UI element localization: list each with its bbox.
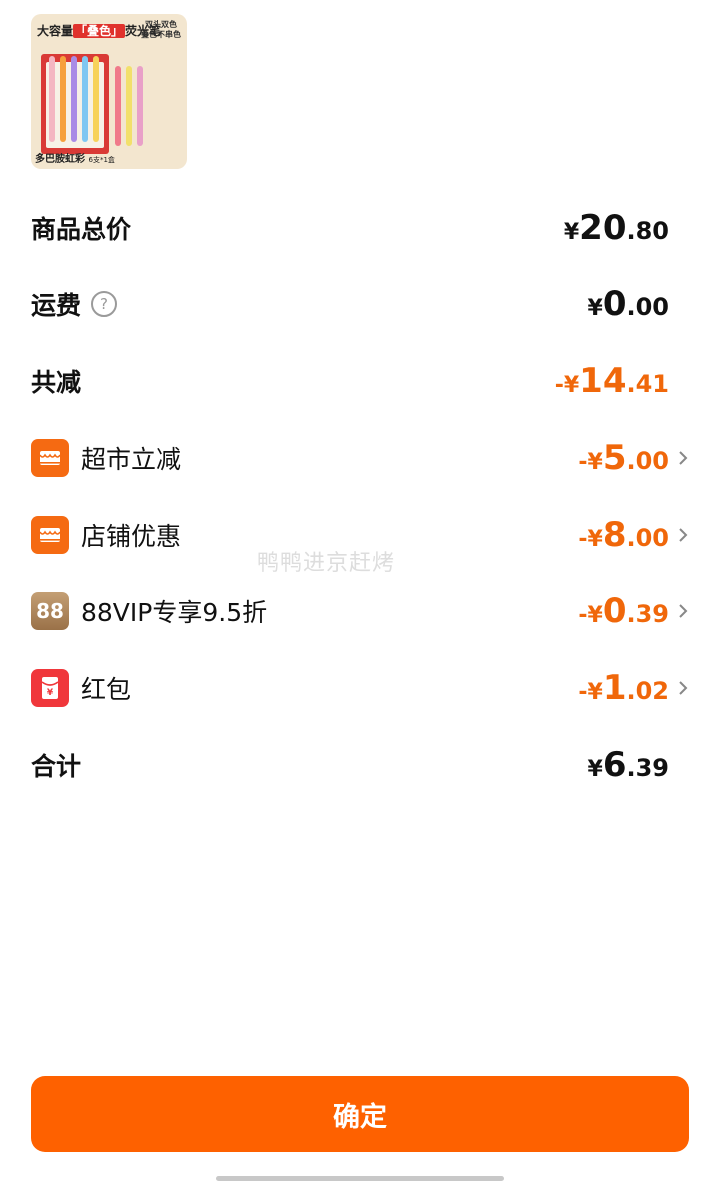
total-price-row: 商品总价 ¥20.80 <box>31 198 671 258</box>
discount-value: -¥5.00 <box>578 438 669 478</box>
svg-text:¥: ¥ <box>47 688 54 698</box>
thumbnail-feature-text: 双头双色 叠色不串色 <box>141 20 181 39</box>
grand-total-row: 合计 ¥6.39 <box>31 735 671 795</box>
watermark: 鸭鸭进京赶烤 <box>257 551 396 576</box>
discount-label: 超市立减 <box>81 445 182 474</box>
store-icon <box>31 516 69 554</box>
pen-graphic <box>71 56 77 142</box>
pen-graphic <box>137 66 143 146</box>
pen-graphic <box>49 56 55 142</box>
supermarket-icon <box>31 439 69 477</box>
discount-label: 88VIP专享9.5折 <box>81 598 268 627</box>
total-price-value: ¥20.80 <box>563 208 669 248</box>
grand-total-label: 合计 <box>31 752 82 781</box>
discount-value: -¥1.02 <box>578 668 669 708</box>
discount-row-vip[interactable]: 88 88VIP专享9.5折 -¥0.39 <box>31 581 688 641</box>
reduction-value: -¥14.41 <box>554 361 669 401</box>
chevron-right-icon[interactable] <box>677 525 689 545</box>
chevron-right-icon[interactable] <box>677 448 689 468</box>
pen-graphic <box>93 56 99 142</box>
shipping-value: ¥0.00 <box>587 284 670 324</box>
discount-row-supermarket[interactable]: 超市立减 -¥5.00 <box>31 428 688 488</box>
grand-total-value: ¥6.39 <box>587 745 670 785</box>
discount-value: -¥0.39 <box>578 591 669 631</box>
product-thumbnail[interactable]: 大容量 「叠色」 荧光笔 双头双色 叠色不串色 多巴胺虹彩 6支*1盒 <box>31 14 187 169</box>
shipping-label: 运费 <box>31 291 82 320</box>
pen-graphic <box>60 56 66 142</box>
pen-graphic <box>115 66 121 146</box>
pen-graphic <box>126 66 132 146</box>
red-packet-icon: ¥ <box>31 669 69 707</box>
shipping-row: 运费 ? ¥0.00 <box>31 274 671 334</box>
home-indicator[interactable] <box>216 1176 504 1181</box>
pen-graphic <box>82 56 88 142</box>
thumbnail-caption: 多巴胺虹彩 6支*1盒 <box>35 154 115 165</box>
chevron-right-icon[interactable] <box>677 601 689 621</box>
discount-value: -¥8.00 <box>578 515 669 555</box>
reduction-label: 共减 <box>31 368 82 397</box>
discount-row-red-packet[interactable]: ¥ 红包 -¥1.02 <box>31 658 688 718</box>
discount-label: 红包 <box>81 675 132 704</box>
total-price-label: 商品总价 <box>31 215 132 244</box>
discount-label: 店铺优惠 <box>81 522 182 551</box>
chevron-right-icon[interactable] <box>677 678 689 698</box>
help-icon[interactable]: ? <box>91 291 118 317</box>
vip88-icon: 88 <box>31 592 69 630</box>
reduction-row: 共减 -¥14.41 <box>31 351 671 411</box>
confirm-button[interactable]: 确定 <box>31 1076 689 1152</box>
